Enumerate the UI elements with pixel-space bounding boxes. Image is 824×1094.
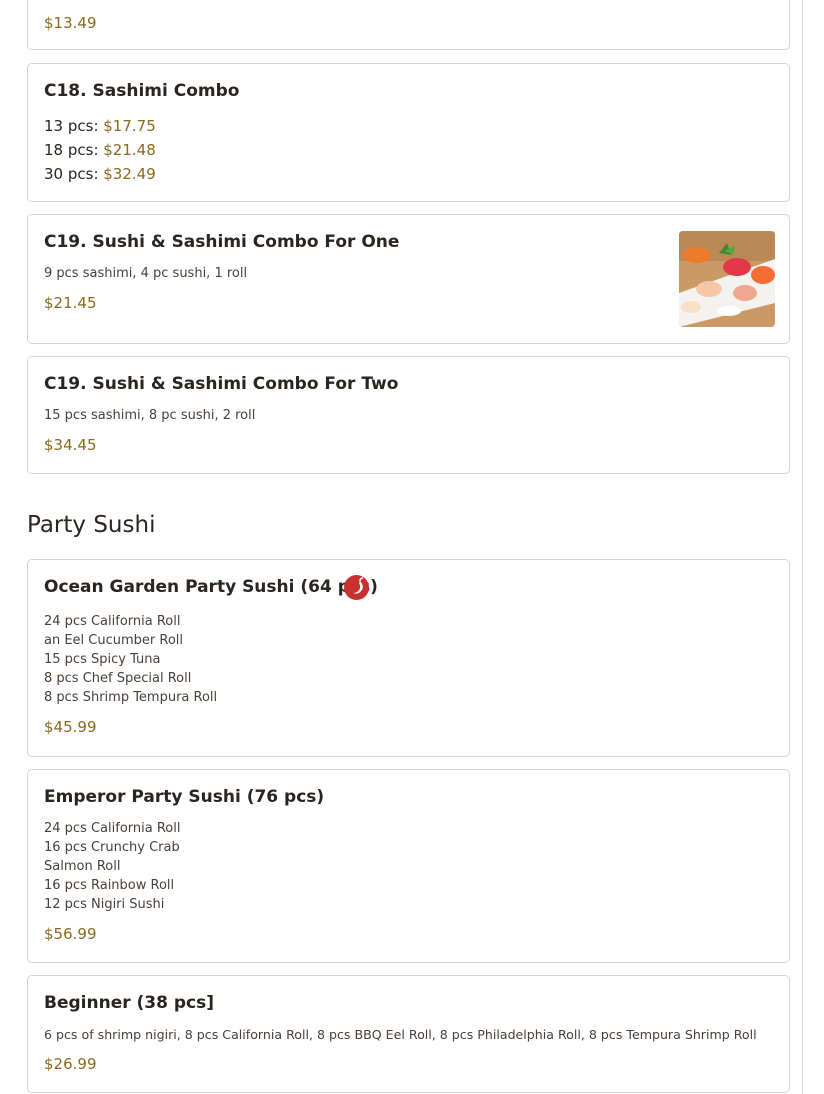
option-price: $32.49	[103, 165, 156, 183]
option-price: $17.75	[103, 117, 156, 135]
option-label: 18 pcs:	[44, 141, 104, 159]
item-description: 6 pcs of shrimp nigiri, 8 pcs California…	[44, 1027, 757, 1042]
menu-item-ocean-garden[interactable]: Ocean Garden Party Sushi (64 pcs) 24 pcs…	[27, 559, 790, 757]
item-description: 15 pcs sashimi, 8 pc sushi, 2 roll	[44, 408, 256, 423]
sushi-platter-image	[679, 231, 775, 327]
item-photo[interactable]	[679, 231, 775, 327]
item-title: C19. Sushi & Sashimi Combo For One	[44, 232, 400, 252]
section-heading-party-sushi: Party Sushi	[27, 512, 156, 538]
item-description-line: 8 pcs Chef Special Roll	[44, 671, 192, 686]
item-price: $45.99	[44, 718, 97, 736]
item-price: $26.99	[44, 1055, 97, 1073]
item-description-line: an Eel Cucumber Roll	[44, 633, 184, 648]
price-option-18: 18 pcs: $21.48	[44, 141, 156, 159]
item-title: Emperor Party Sushi (76 pcs)	[44, 787, 325, 807]
menu-item-c18[interactable]: C18. Sashimi Combo 13 pcs: $17.75 18 pcs…	[27, 63, 790, 202]
price-option-30: 30 pcs: $32.49	[44, 165, 156, 183]
menu-page: $13.49 C18. Sashimi Combo 13 pcs: $17.75…	[0, 0, 824, 1094]
menu-item-c19-one[interactable]: C19. Sushi & Sashimi Combo For One 9 pcs…	[27, 214, 790, 344]
menu-item-emperor[interactable]: Emperor Party Sushi (76 pcs) 24 pcs Cali…	[27, 769, 790, 963]
item-description-line: 8 pcs Shrimp Tempura Roll	[44, 690, 218, 705]
item-description-line: 12 pcs Nigiri Sushi	[44, 897, 165, 912]
option-price: $21.48	[103, 141, 156, 159]
item-price: $34.45	[44, 436, 97, 454]
option-label: 13 pcs:	[44, 117, 104, 135]
item-description-line: 16 pcs Rainbow Roll	[44, 878, 175, 893]
option-label: 30 pcs:	[44, 165, 104, 183]
item-title: Ocean Garden Party Sushi (64 pcs)	[44, 577, 378, 597]
item-title: Beginner (38 pcs]	[44, 993, 214, 1013]
item-description-line: 24 pcs California Roll	[44, 614, 181, 629]
menu-item-c19-two[interactable]: C19. Sushi & Sashimi Combo For Two 15 pc…	[27, 356, 790, 474]
item-price: $21.45	[44, 294, 97, 312]
item-description-line: 16 pcs Crunchy Crab	[44, 840, 180, 855]
item-title: C18. Sashimi Combo	[44, 81, 240, 101]
item-title: C19. Sushi & Sashimi Combo For Two	[44, 374, 399, 394]
item-price: $13.49	[44, 14, 97, 32]
item-description-line: 15 pcs Spicy Tuna	[44, 652, 161, 667]
price-option-13: 13 pcs: $17.75	[44, 117, 156, 135]
menu-item-card-previous[interactable]: $13.49	[27, 0, 790, 50]
item-description: 9 pcs sashimi, 4 pc sushi, 1 roll	[44, 266, 248, 281]
spicy-icon	[344, 575, 369, 600]
scroll-divider	[802, 0, 803, 1094]
item-description-line: 24 pcs California Roll	[44, 821, 181, 836]
item-description-line: Salmon Roll	[44, 859, 121, 874]
item-price: $56.99	[44, 925, 97, 943]
menu-item-beginner[interactable]: Beginner (38 pcs] 6 pcs of shrimp nigiri…	[27, 975, 790, 1093]
